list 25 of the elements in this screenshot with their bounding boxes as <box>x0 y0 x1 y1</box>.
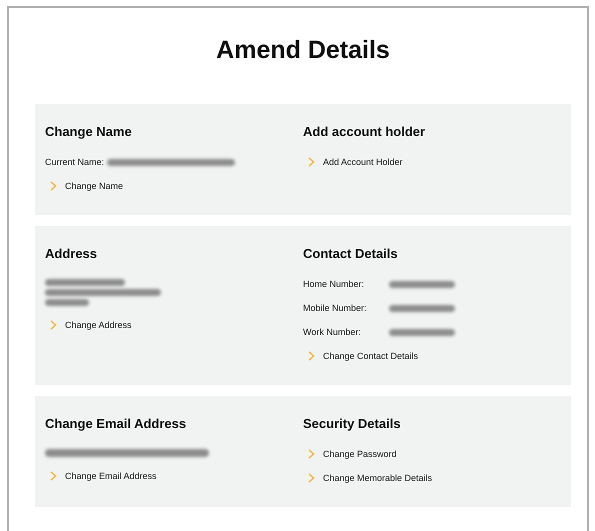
link[interactable]: Add Account Holder <box>303 157 403 167</box>
link[interactable]: Change Memorable Details <box>303 473 432 483</box>
section-heading: Change Email Address <box>45 416 186 431</box>
section-heading: Add account holder <box>303 124 426 139</box>
chevron-icon <box>308 351 315 361</box>
field-label: Home Number: <box>303 279 366 289</box>
link[interactable]: Change Password <box>303 449 397 459</box>
chevron-icon <box>50 471 57 481</box>
chevron-icon <box>308 157 315 167</box>
section-heading: Change Name <box>45 124 132 139</box>
link[interactable]: Change Name <box>45 181 124 191</box>
section-heading: Security Details <box>303 416 401 431</box>
chevron-icon <box>308 449 315 459</box>
link[interactable]: Change Address <box>45 320 132 330</box>
page-title: Amend Details <box>215 36 391 65</box>
link[interactable]: Change Email Address <box>45 471 157 481</box>
link[interactable]: Change Contact Details <box>303 351 418 361</box>
field-label: Work Number: <box>303 327 362 337</box>
section-heading: Address <box>45 246 98 261</box>
field-label: Current Name: <box>45 157 104 167</box>
chevron-icon <box>308 473 315 483</box>
section-heading: Contact Details <box>303 246 398 261</box>
chevron-icon <box>50 320 57 330</box>
field-label: Mobile Number: <box>303 303 368 313</box>
chevron-icon <box>50 181 57 191</box>
